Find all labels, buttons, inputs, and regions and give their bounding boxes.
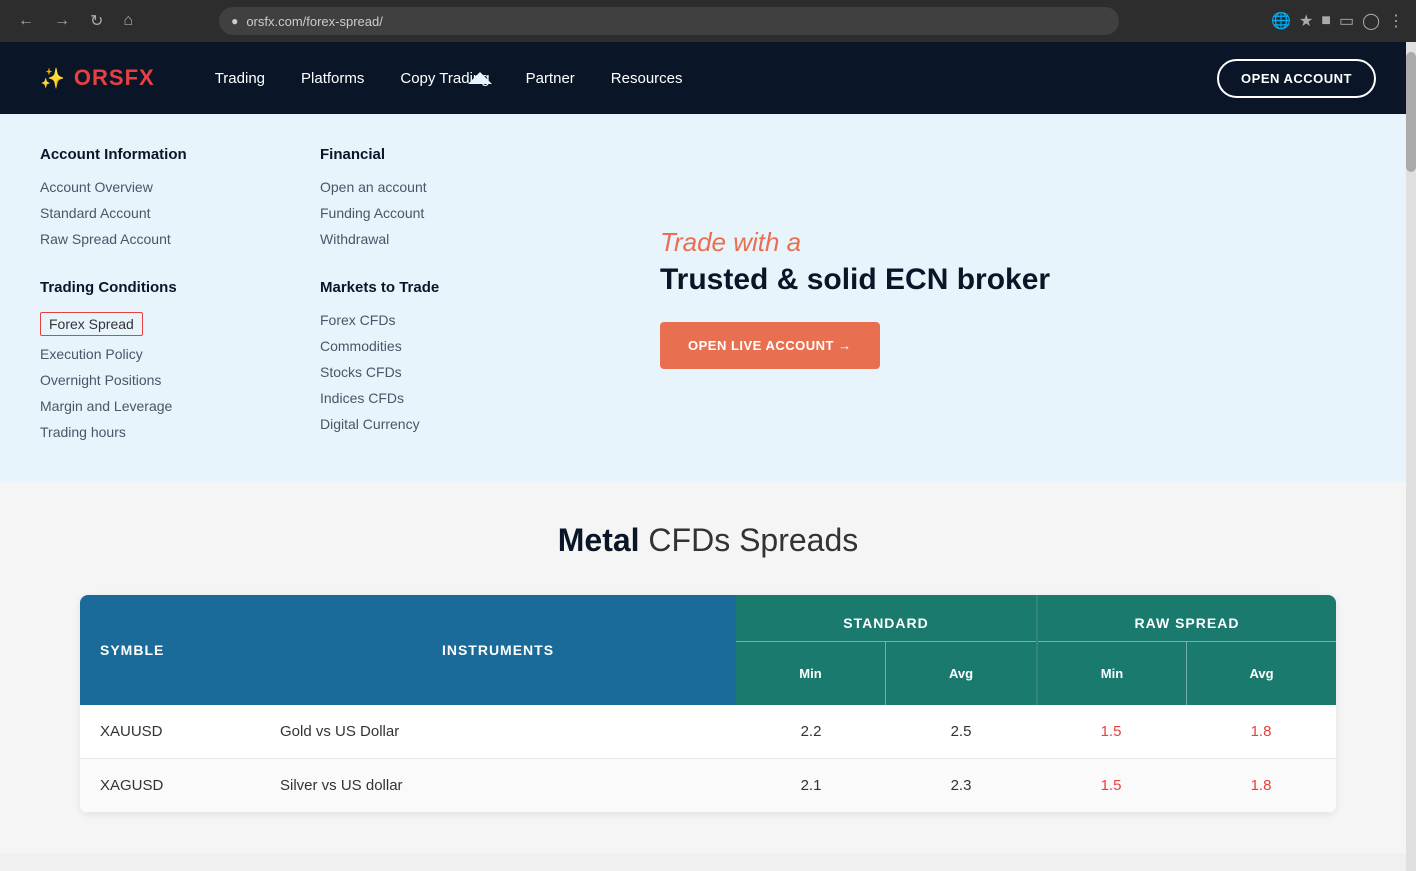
nav-trading[interactable]: Trading: [215, 70, 265, 87]
th-raw-spread: RAW SPREAD Min Avg: [1036, 595, 1336, 705]
dropdown-link-open-account[interactable]: Open an account: [320, 179, 560, 195]
browser-actions: 🌐 ★ ■ ▭ ◯ ⋮: [1271, 11, 1404, 31]
dropdown-col-financial-title: Financial: [320, 146, 560, 163]
address-bar[interactable]: ● orsfx.com/forex-spread/: [219, 7, 1119, 35]
dropdown-section-trading-conditions: Trading Conditions Forex Spread Executio…: [40, 279, 280, 440]
th-raw-spread-subheaders: Min Avg: [1038, 642, 1336, 705]
row2-raw-avg: 1.8: [1186, 759, 1336, 812]
row2-symbol: XAGUSD: [80, 759, 260, 812]
scroll-thumb[interactable]: [1406, 52, 1416, 172]
forward-button[interactable]: →: [48, 8, 76, 34]
row1-std-avg: 2.5: [886, 705, 1036, 758]
dropdown-link-funding[interactable]: Funding Account: [320, 205, 560, 221]
dropdown-arrow: [468, 72, 492, 84]
dropdown-col-markets-title: Markets to Trade: [320, 279, 560, 296]
cta-tagline: Trade with a: [660, 227, 1376, 258]
dropdown-link-execution-policy[interactable]: Execution Policy: [40, 346, 280, 362]
nav-resources[interactable]: Resources: [611, 70, 683, 87]
table-row: XAGUSD Silver vs US dollar 2.1 2.3 1.5 1…: [80, 759, 1336, 813]
spreads-table: SYMBLE INSTRUMENTS STANDARD Min Avg RAW …: [80, 595, 1336, 813]
dropdown-link-forex-spread[interactable]: Forex Spread: [40, 312, 143, 336]
site-header: ✨ ORSFX Trading Platforms Copy Trading P…: [0, 42, 1416, 114]
split-view-button[interactable]: ▭: [1339, 11, 1354, 31]
row2-instrument: Silver vs US dollar: [260, 759, 736, 812]
nav-menu: Trading Platforms Copy Trading Partner R…: [215, 70, 1217, 87]
th-standard-avg: Avg: [886, 642, 1036, 705]
th-standard-subheaders: Min Avg: [736, 642, 1036, 705]
translate-button[interactable]: 🌐: [1271, 11, 1291, 31]
th-standard-min: Min: [736, 642, 886, 705]
row1-symbol: XAUUSD: [80, 705, 260, 758]
back-button[interactable]: ←: [12, 8, 40, 34]
section-title: Metal CFDs Spreads: [80, 522, 1336, 559]
row1-raw-min: 1.5: [1036, 705, 1186, 758]
dropdown-cta: Trade with a Trusted & solid ECN broker …: [600, 146, 1376, 450]
th-standard: STANDARD Min Avg: [736, 595, 1036, 705]
logo-icon: ✨: [40, 66, 66, 91]
dropdown-link-overnight-positions[interactable]: Overnight Positions: [40, 372, 280, 388]
dropdown-panel: Account Information Account Overview Sta…: [0, 114, 1416, 482]
dropdown-link-trading-hours[interactable]: Trading hours: [40, 424, 280, 440]
th-standard-label: STANDARD: [736, 595, 1036, 642]
dropdown-link-indices-cfds[interactable]: Indices CFDs: [320, 390, 560, 406]
logo[interactable]: ✨ ORSFX: [40, 65, 155, 91]
nav-partner[interactable]: Partner: [526, 70, 575, 87]
dropdown-link-standard-account[interactable]: Standard Account: [40, 205, 280, 221]
dropdown-col-trading-title: Trading Conditions: [40, 279, 280, 296]
logo-text: ORSFX: [74, 65, 155, 91]
dropdown-link-margin-leverage[interactable]: Margin and Leverage: [40, 398, 280, 414]
reload-button[interactable]: ↻: [84, 7, 109, 35]
dropdown-link-commodities[interactable]: Commodities: [320, 338, 560, 354]
table-header: SYMBLE INSTRUMENTS STANDARD Min Avg RAW …: [80, 595, 1336, 705]
menu-button[interactable]: ⋮: [1388, 11, 1404, 31]
dropdown-col-financial: Financial Open an account Funding Accoun…: [320, 146, 600, 450]
row2-std-min: 2.1: [736, 759, 886, 812]
dropdown-link-account-overview[interactable]: Account Overview: [40, 179, 280, 195]
bookmark-button[interactable]: ★: [1299, 11, 1313, 31]
nav-platforms[interactable]: Platforms: [301, 70, 364, 87]
url-text: orsfx.com/forex-spread/: [246, 14, 383, 29]
main-content: Metal CFDs Spreads SYMBLE INSTRUMENTS ST…: [0, 482, 1416, 853]
dropdown-link-withdrawal[interactable]: Withdrawal: [320, 231, 560, 247]
site-icon: ●: [231, 14, 238, 28]
row1-instrument: Gold vs US Dollar: [260, 705, 736, 758]
row2-raw-min: 1.5: [1036, 759, 1186, 812]
dropdown-section-markets: Markets to Trade Forex CFDs Commodities …: [320, 279, 560, 432]
extensions-button[interactable]: ■: [1321, 12, 1331, 30]
cta-title: Trusted & solid ECN broker: [660, 262, 1376, 298]
th-raw-avg: Avg: [1187, 642, 1336, 705]
table-row: XAUUSD Gold vs US Dollar 2.2 2.5 1.5 1.8: [80, 705, 1336, 759]
dropdown-link-stocks-cfds[interactable]: Stocks CFDs: [320, 364, 560, 380]
cta-open-live-account-button[interactable]: OPEN LIVE ACCOUNT →: [660, 322, 880, 369]
dropdown-link-digital-currency[interactable]: Digital Currency: [320, 416, 560, 432]
open-account-button[interactable]: OPEN ACCOUNT: [1217, 59, 1376, 98]
th-symble: SYMBLE: [80, 595, 260, 705]
home-button[interactable]: ⌂: [117, 8, 139, 34]
dropdown-col-account-title: Account Information: [40, 146, 280, 163]
th-instruments: INSTRUMENTS: [260, 595, 736, 705]
th-raw-min: Min: [1038, 642, 1187, 705]
section-title-rest: CFDs Spreads: [640, 522, 859, 558]
th-raw-spread-label: RAW SPREAD: [1038, 595, 1336, 642]
row2-std-avg: 2.3: [886, 759, 1036, 812]
profile-button[interactable]: ◯: [1362, 11, 1380, 31]
dropdown-col-account: Account Information Account Overview Sta…: [40, 146, 320, 450]
row1-std-min: 2.2: [736, 705, 886, 758]
dropdown-link-forex-cfds[interactable]: Forex CFDs: [320, 312, 560, 328]
scrollbar[interactable]: [1406, 42, 1416, 871]
row1-raw-avg: 1.8: [1186, 705, 1336, 758]
dropdown-link-raw-spread-account[interactable]: Raw Spread Account: [40, 231, 280, 247]
section-title-bold: Metal: [558, 522, 640, 558]
browser-chrome: ← → ↻ ⌂ ● orsfx.com/forex-spread/ 🌐 ★ ■ …: [0, 0, 1416, 42]
